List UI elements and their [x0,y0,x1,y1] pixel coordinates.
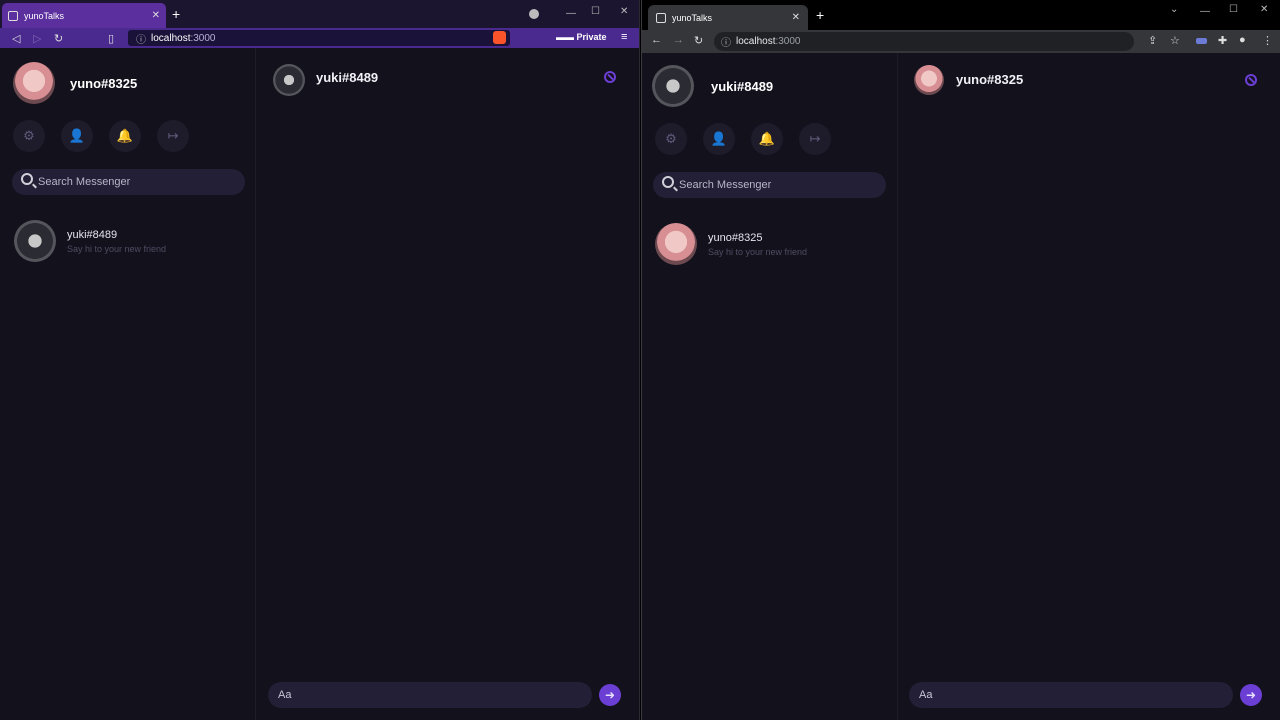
maximize-icon[interactable]: ☐ [591,6,600,17]
new-tab-icon[interactable]: + [816,7,824,23]
minimize-icon[interactable]: — [1200,6,1210,17]
chat-avatar [273,64,305,96]
address-bar: ◁ ▷ ↻ ▯ ⓘ localhost:3000 ▬▬ Private ≡ [0,28,639,48]
contact-subtitle: Say hi to your new friend [67,244,167,254]
forward-icon[interactable]: → [673,34,684,46]
tab-bar: yunoTalks ✕ + — ☐ ✕ [0,0,639,28]
new-tab-icon[interactable]: + [172,6,180,22]
profile-icon[interactable]: ● [1239,34,1246,46]
bell-icon[interactable]: 🔔 [751,123,783,155]
block-icon[interactable] [604,71,616,83]
glasses-icon: ▬▬ [556,32,577,42]
contact-avatar[interactable] [655,223,697,265]
search-placeholder: Search Messenger [679,179,772,191]
right-browser-window: yunoTalks ✕ + ⌄ — ☐ ✕ ← → ↻ ⓘ localhost:… [641,0,1280,720]
app-favicon-icon [8,10,18,21]
chat-title: yuno#8325 [956,72,1024,87]
contact-subtitle: Say hi to your new friend [708,247,808,257]
reload-icon[interactable]: ↻ [54,32,63,45]
puzzle-icon[interactable]: ✚ [1218,34,1227,47]
sidebar: yuki#8489 ⚙ 👤 🔔 ↦ Search Messenger yuno#… [642,53,898,720]
app-favicon-icon [656,12,666,23]
star-icon[interactable]: ☆ [1170,34,1180,47]
gear-icon[interactable]: ⚙ [13,120,45,152]
contact-name[interactable]: yuki#8489 [67,229,117,241]
url-field[interactable]: ⓘ localhost:3000 [714,32,1134,51]
block-icon[interactable] [1245,74,1257,86]
private-badge: ▬▬ Private [556,32,607,42]
left-browser-window: yunoTalks ✕ + — ☐ ✕ ◁ ▷ ↻ ▯ ⓘ localhost:… [0,0,640,720]
message-placeholder: Aa [919,689,933,701]
messenger-app: yuno#8325 ⚙ 👤 🔔 ↦ Search Messenger yuki#… [0,48,639,720]
tab-title: yunoTalks [24,10,65,21]
info-icon: ⓘ [136,34,146,46]
tab-yunotalks[interactable]: yunoTalks ✕ [2,3,166,28]
my-username: yuno#8325 [70,76,138,91]
close-window-icon[interactable]: ✕ [1260,4,1268,15]
my-avatar[interactable] [652,65,694,107]
tab-search-icon[interactable]: ⌄ [1170,4,1178,15]
messenger-app: yuki#8489 ⚙ 👤 🔔 ↦ Search Messenger yuno#… [642,53,1280,720]
menu-icon[interactable]: ≡ [621,31,627,43]
address-bar: ← → ↻ ⓘ localhost:3000 ⇪ ☆ ✚ ● ⋮ [642,30,1280,53]
extension-icon[interactable] [1196,38,1207,44]
search-icon [662,176,674,188]
share-icon[interactable]: ⇪ [1148,34,1157,47]
add-user-icon[interactable]: 👤 [61,120,93,152]
maximize-icon[interactable]: ☐ [1229,4,1238,15]
bell-icon[interactable]: 🔔 [109,120,141,152]
chat-avatar [914,65,944,95]
private-window-icon [529,9,539,19]
send-icon[interactable]: ➜ [1240,684,1262,706]
send-icon[interactable]: ➜ [599,684,621,706]
logout-icon[interactable]: ↦ [799,123,831,155]
url-field[interactable]: ⓘ localhost:3000 [128,30,510,46]
message-input[interactable]: Aa [268,682,592,708]
my-avatar[interactable] [13,62,55,104]
chat-title: yuki#8489 [316,70,379,85]
info-icon: ⓘ [721,38,731,49]
url-host: localhost [151,32,191,44]
url-port: :3000 [190,32,216,44]
tab-bar: yunoTalks ✕ + ⌄ — ☐ ✕ [642,0,1280,30]
contact-name[interactable]: yuno#8325 [708,232,762,244]
message-placeholder: Aa [278,689,292,701]
back-icon[interactable]: ◁ [12,32,20,45]
forward-icon[interactable]: ▷ [33,32,41,45]
tab-title: yunoTalks [672,12,713,23]
url-host: localhost [736,36,776,47]
menu-icon[interactable]: ⋮ [1262,34,1273,47]
reload-icon[interactable]: ↻ [694,34,703,47]
contact-avatar[interactable] [14,220,56,262]
search-placeholder: Search Messenger [38,176,131,188]
search-input[interactable]: Search Messenger [653,172,886,198]
message-input[interactable]: Aa [909,682,1233,708]
minimize-icon[interactable]: — [566,8,576,19]
tab-yunotalks[interactable]: yunoTalks ✕ [648,5,808,30]
add-user-icon[interactable]: 👤 [703,123,735,155]
search-icon [21,173,33,185]
search-input[interactable]: Search Messenger [12,169,245,195]
close-window-icon[interactable]: ✕ [620,6,628,17]
bookmark-icon[interactable]: ▯ [108,32,114,45]
url-port: :3000 [775,36,801,47]
logout-icon[interactable]: ↦ [157,120,189,152]
close-icon[interactable]: ✕ [152,10,160,21]
sidebar: yuno#8325 ⚙ 👤 🔔 ↦ Search Messenger yuki#… [0,48,256,720]
close-icon[interactable]: ✕ [792,12,800,23]
gear-icon[interactable]: ⚙ [655,123,687,155]
my-username: yuki#8489 [711,79,774,94]
back-icon[interactable]: ← [651,34,662,46]
brave-shields-icon[interactable] [493,31,506,44]
private-label: Private [576,32,607,42]
